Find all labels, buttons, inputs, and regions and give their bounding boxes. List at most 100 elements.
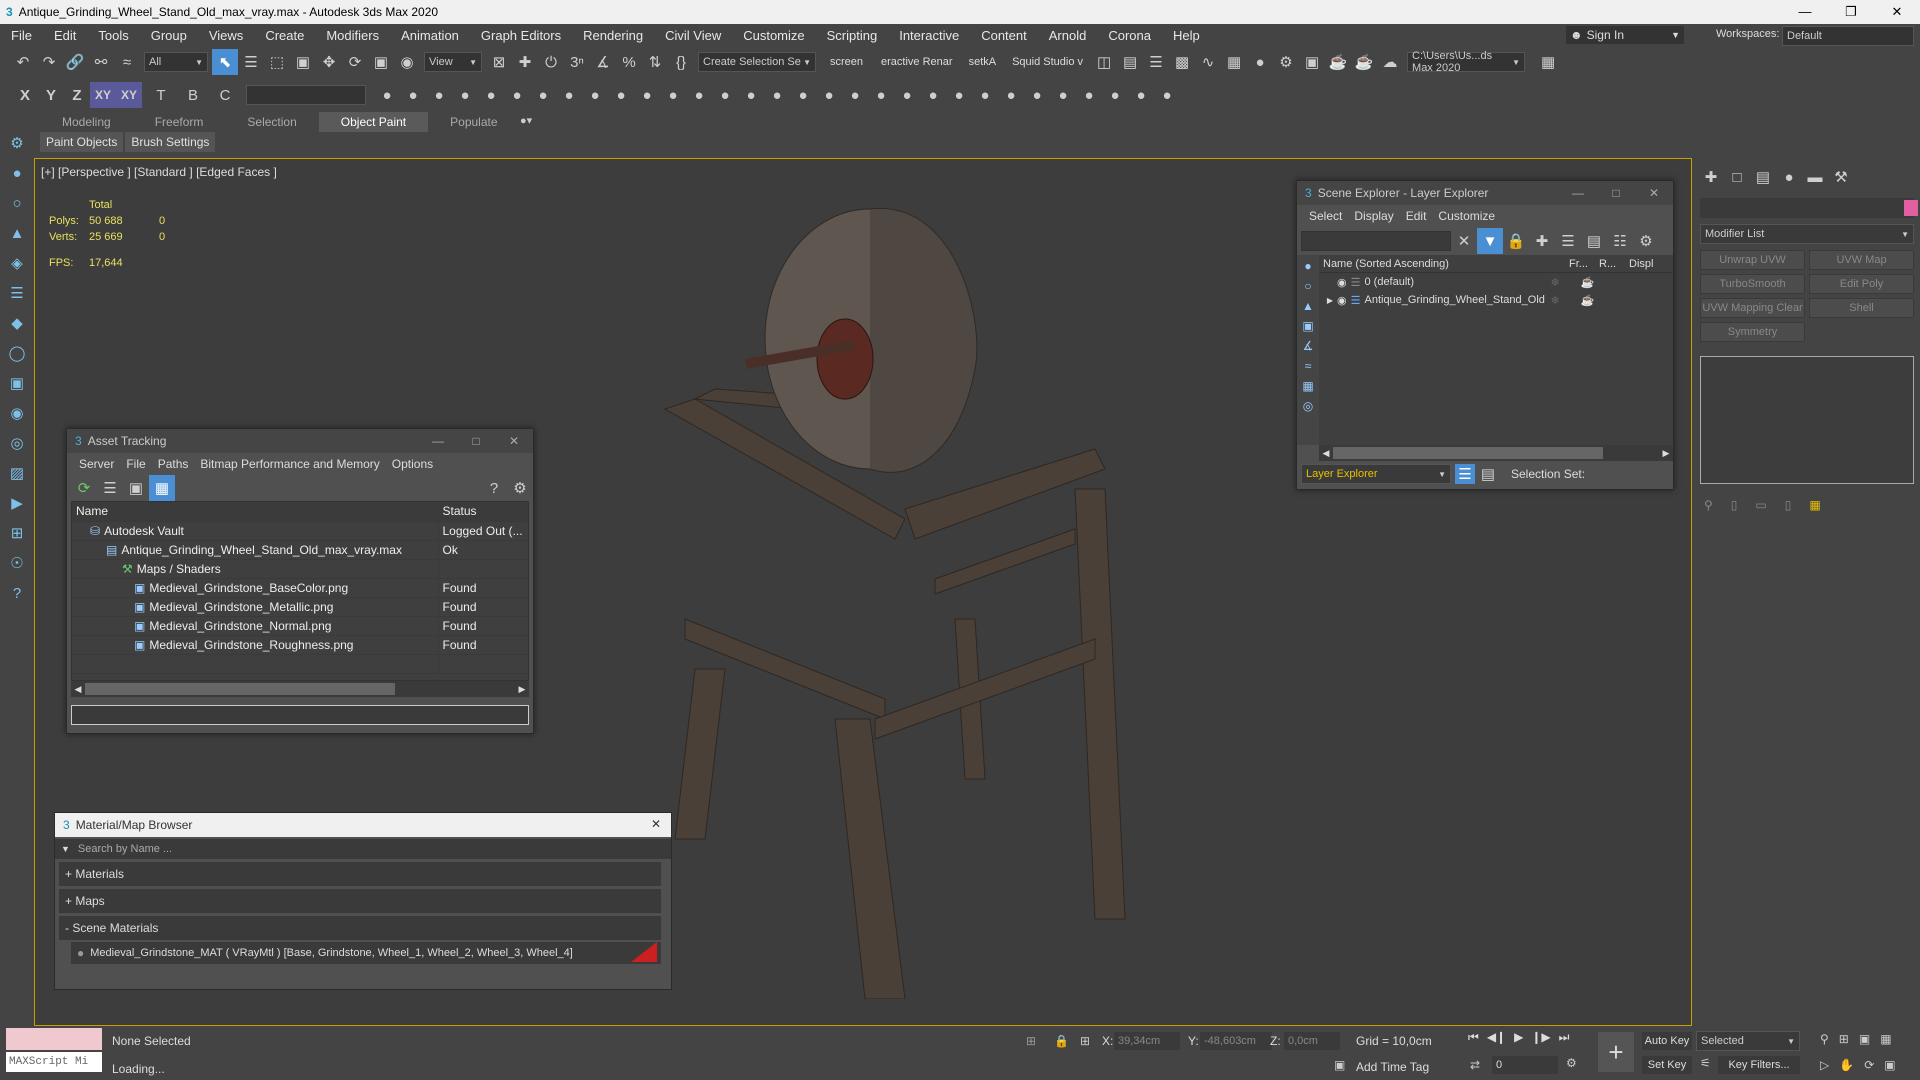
- refresh-icon[interactable]: ⟳: [71, 475, 97, 501]
- y-coordinate-field[interactable]: -48,603cm: [1200, 1032, 1272, 1050]
- key-filters-button[interactable]: Key Filters...: [1718, 1056, 1800, 1074]
- plant-icon[interactable]: ●: [972, 82, 998, 108]
- head-icon[interactable]: ●: [1024, 82, 1050, 108]
- dots-icon[interactable]: ●: [868, 82, 894, 108]
- table-row[interactable]: ▣ Medieval_Grindstone_Roughness.png Found: [72, 635, 528, 654]
- hierarchy-icon[interactable]: ◯: [4, 340, 30, 366]
- zoom-all-icon[interactable]: ⊞: [1839, 1032, 1849, 1046]
- minimize-button[interactable]: —: [419, 429, 457, 453]
- show-end-result-icon[interactable]: ▯: [1731, 498, 1738, 512]
- pin-stack-icon[interactable]: ⚲: [1704, 498, 1713, 512]
- reference-coordinate-dropdown[interactable]: View ▼: [424, 52, 482, 72]
- grid-icon[interactable]: ⊞: [4, 520, 30, 546]
- scene-explorer-icon[interactable]: ▩: [1169, 49, 1195, 75]
- render-production-icon[interactable]: ☕: [1325, 49, 1351, 75]
- interactive-render-label[interactable]: eractive Renar: [881, 56, 953, 68]
- create-selection-set-dropdown[interactable]: Create Selection Se ▼: [698, 52, 816, 72]
- axis-constraint-0[interactable]: X: [12, 82, 38, 108]
- layer-stack-icon[interactable]: ☷: [1607, 228, 1633, 254]
- display-tab-icon[interactable]: ▬: [1802, 164, 1828, 190]
- setka-label[interactable]: setkA: [969, 56, 997, 68]
- visibility-eye-icon[interactable]: ◉: [1337, 294, 1347, 307]
- grid-icon[interactable]: ●: [530, 82, 556, 108]
- maxscript-input[interactable]: MAXScript Mi: [6, 1052, 102, 1072]
- helper-filter-icon[interactable]: ∡: [1303, 339, 1314, 353]
- table-view-icon[interactable]: ▦: [149, 475, 175, 501]
- modifier-stack[interactable]: [1700, 356, 1914, 484]
- help-icon[interactable]: ●: [426, 82, 452, 108]
- maximize-button[interactable]: ❐: [1828, 0, 1874, 24]
- ribbon-tab-populate[interactable]: Populate: [428, 112, 519, 132]
- set-key-button[interactable]: Set Key: [1642, 1056, 1692, 1074]
- scene-menu-display[interactable]: Display: [1348, 209, 1399, 223]
- camera-filter-icon[interactable]: ▣: [1302, 319, 1313, 333]
- asset-menu-2[interactable]: Paths: [152, 457, 195, 471]
- col-freeze-header[interactable]: Fr...: [1569, 258, 1599, 270]
- ribbon-subtab-brush-settings[interactable]: Brush Settings: [125, 132, 216, 152]
- minimize-button[interactable]: —: [1782, 0, 1828, 24]
- col-display-header[interactable]: Displ: [1629, 258, 1653, 270]
- layer-manager-icon[interactable]: ☰: [1455, 464, 1475, 484]
- absolute-mode-icon[interactable]: ⊞: [1080, 1034, 1090, 1048]
- play-icon[interactable]: ▶: [1514, 1030, 1523, 1045]
- menu-customize[interactable]: Customize: [732, 28, 815, 43]
- cone-icon[interactable]: ●: [790, 82, 816, 108]
- select-manipulate-icon[interactable]: ✚: [512, 49, 538, 75]
- zoom-extents-all-icon[interactable]: ▦: [1880, 1032, 1891, 1046]
- curve-c-icon[interactable]: C: [212, 82, 238, 108]
- sphere-icon[interactable]: ●: [686, 82, 712, 108]
- field-of-view-icon[interactable]: ▷: [1820, 1058, 1829, 1072]
- display-icon[interactable]: ◉: [4, 400, 30, 426]
- clear-search-icon[interactable]: ✕: [1451, 228, 1477, 254]
- layer-row[interactable]: ▶ ◉ ☰ Antique_Grinding_Wheel_Stand_Old ❄ ☕: [1319, 291, 1673, 309]
- material-browser-titlebar[interactable]: 3 Material/Map Browser ✕: [55, 813, 671, 837]
- material-search-input[interactable]: Search by Name ...: [78, 843, 172, 855]
- undo-icon[interactable]: ↶: [10, 49, 36, 75]
- orbit-icon[interactable]: ⟳: [1864, 1058, 1874, 1072]
- object-name-field[interactable]: [1700, 198, 1918, 218]
- ribbon-tab-freeform[interactable]: Freeform: [133, 112, 226, 132]
- gear-icon[interactable]: ●: [946, 82, 972, 108]
- next-frame-icon[interactable]: ❙▶: [1531, 1030, 1550, 1045]
- box-icon[interactable]: ●: [504, 82, 530, 108]
- bold-b-icon[interactable]: B: [180, 82, 206, 108]
- motion-icon[interactable]: ▣: [4, 370, 30, 396]
- hierarchy-tab-icon[interactable]: ▤: [1750, 164, 1776, 190]
- sun-icon[interactable]: ●: [816, 82, 842, 108]
- material-group-2[interactable]: - Scene Materials: [59, 916, 661, 940]
- col-render-header[interactable]: R...: [1599, 258, 1629, 270]
- close-button[interactable]: ✕: [651, 817, 661, 831]
- help-icon[interactable]: ?: [4, 580, 30, 606]
- make-unique-icon[interactable]: ▭: [1755, 498, 1766, 512]
- hair-icon[interactable]: ●: [998, 82, 1024, 108]
- curve-editor-icon[interactable]: ∿: [1195, 49, 1221, 75]
- camera-icon[interactable]: ○: [4, 190, 30, 216]
- key-mode-icon[interactable]: ⇄: [1470, 1058, 1480, 1072]
- question-icon[interactable]: ●: [1154, 82, 1180, 108]
- angle-snap-icon[interactable]: ∡: [590, 49, 616, 75]
- scroll-left-icon[interactable]: ◀: [1319, 448, 1333, 459]
- scene-material-item[interactable]: ● Medieval_Grindstone_MAT ( VRayMtl ) [B…: [71, 942, 661, 964]
- menu-tools[interactable]: Tools: [87, 28, 139, 43]
- asset-menu-1[interactable]: File: [120, 457, 151, 471]
- menu-animation[interactable]: Animation: [390, 28, 470, 43]
- cylinder-icon[interactable]: ●: [712, 82, 738, 108]
- squid-studio-label[interactable]: Squid Studio v: [1012, 56, 1083, 68]
- asset-menu-0[interactable]: Server: [73, 457, 120, 471]
- ribbon-options-icon[interactable]: ●▾: [520, 114, 532, 127]
- scene-menu-customize[interactable]: Customize: [1432, 209, 1501, 223]
- time-config-icon[interactable]: ⚙: [1566, 1056, 1577, 1070]
- ribbon-subtab-paint-objects[interactable]: Paint Objects: [40, 132, 124, 152]
- material-group-0[interactable]: + Materials: [59, 862, 661, 886]
- light-icon[interactable]: ●: [4, 160, 30, 186]
- configure-sets-icon[interactable]: ▦: [1809, 498, 1820, 512]
- schematic-view-icon[interactable]: ▦: [1221, 49, 1247, 75]
- minimize-button[interactable]: —: [1559, 181, 1597, 205]
- close-button[interactable]: ✕: [1874, 0, 1920, 24]
- toggle-command-panel-icon[interactable]: ▦: [1535, 49, 1561, 75]
- light-filter-icon[interactable]: ▲: [1302, 299, 1314, 313]
- globe-icon[interactable]: ●: [1050, 82, 1076, 108]
- render-icon[interactable]: ●: [1128, 82, 1154, 108]
- menu-graph-editors[interactable]: Graph Editors: [470, 28, 572, 43]
- maximize-button[interactable]: □: [457, 429, 495, 453]
